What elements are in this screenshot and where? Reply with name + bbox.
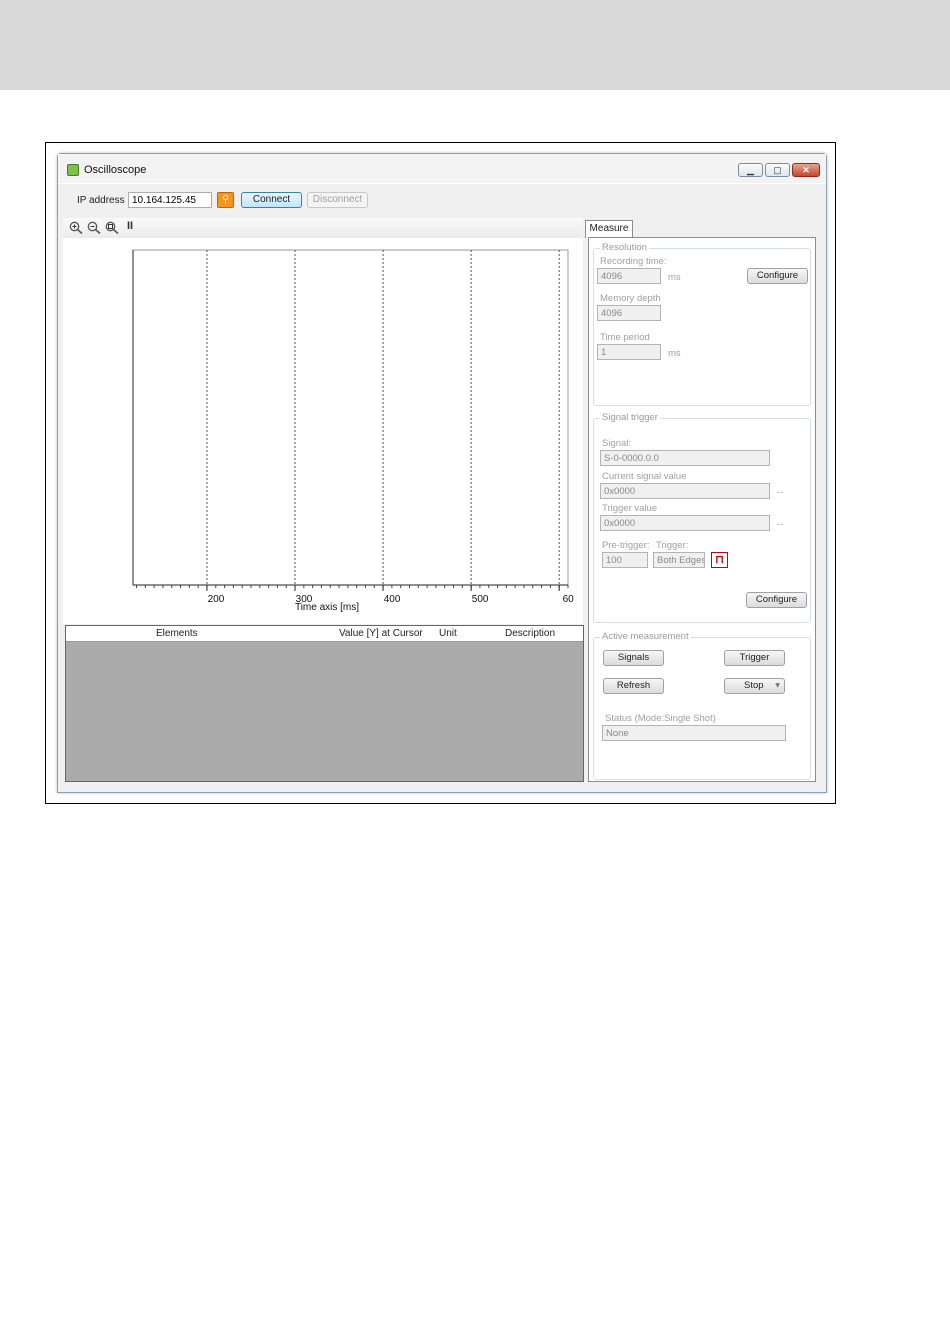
time-period-field[interactable]: 1: [597, 344, 661, 360]
current-signal-label: Current signal value: [602, 471, 687, 482]
time-period-unit: ms: [668, 348, 681, 359]
column-elements[interactable]: Elements: [156, 628, 198, 639]
recording-time-label: Recording time:: [600, 256, 667, 267]
x-tick-label: 500: [472, 594, 489, 605]
memory-depth-field[interactable]: 4096: [597, 305, 661, 321]
zoom-in-icon[interactable]: [69, 221, 83, 234]
pretrigger-label: Pre-trigger:: [602, 540, 650, 551]
plot-border: [132, 249, 569, 586]
stop-button-label: Stop: [744, 680, 764, 691]
memory-depth-label: Memory depth: [600, 293, 661, 304]
x-tick-label: 60: [563, 594, 575, 605]
oscilloscope-chart: 200 300 400 500 60 Time axis [ms]: [132, 249, 575, 613]
active-measurement-group: Active measurement Signals Trigger Refre…: [593, 631, 811, 780]
trigger-value-unit: --: [777, 519, 784, 530]
column-unit[interactable]: Unit: [439, 628, 457, 639]
oscilloscope-window: Oscilloscope ▁ ▢ ✕ IP address ⚲ Connect …: [57, 153, 827, 793]
refresh-button[interactable]: Refresh: [603, 678, 664, 694]
signal-table[interactable]: Elements Value [Y] at Cursor Unit Descri…: [65, 625, 584, 782]
chevron-down-icon[interactable]: ▾: [775, 679, 780, 693]
trigger-label: Trigger:: [656, 540, 689, 551]
trigger-configure-button[interactable]: Configure: [746, 592, 807, 608]
zoom-reset-icon[interactable]: [105, 221, 119, 234]
signal-trigger-group: Signal trigger Signal: S-0-0000.0.0 Curr…: [593, 412, 811, 623]
current-signal-unit: --: [777, 487, 784, 498]
page-header-band: [0, 0, 950, 90]
figure-frame: Oscilloscope ▁ ▢ ✕ IP address ⚲ Connect …: [45, 142, 836, 804]
recording-time-unit: ms: [668, 272, 681, 283]
trigger-value-label: Trigger value: [602, 503, 658, 514]
plot-toolbar: II: [63, 218, 583, 238]
signal-field[interactable]: S-0-0000.0.0: [600, 450, 770, 466]
column-description[interactable]: Description: [505, 628, 555, 639]
trigger-value-field[interactable]: 0x0000: [600, 515, 770, 531]
app-icon: [67, 164, 79, 176]
trigger-edge-icon[interactable]: ⊓: [711, 552, 728, 568]
close-button[interactable]: ✕: [792, 163, 820, 177]
resolution-title: Resolution: [600, 242, 649, 253]
measure-panel: Resolution Recording time: 4096 ms Confi…: [588, 237, 816, 782]
x-tick-label: 400: [384, 594, 401, 605]
zoom-out-icon[interactable]: [87, 221, 101, 234]
status-label: Status (Mode:Single Shot): [605, 713, 716, 724]
ip-address-label: IP address: [77, 195, 125, 206]
tab-measure[interactable]: Measure: [585, 220, 633, 238]
ip-address-input[interactable]: [128, 192, 212, 208]
trigger-button[interactable]: Trigger: [724, 650, 785, 666]
connect-button[interactable]: Connect: [241, 192, 302, 208]
search-icon[interactable]: ⚲: [217, 192, 234, 208]
x-axis-label: Time axis [ms]: [295, 602, 359, 613]
signals-button[interactable]: Signals: [603, 650, 664, 666]
window-controls: ▁ ▢ ✕: [738, 163, 820, 177]
signal-table-header: Elements Value [Y] at Cursor Unit Descri…: [66, 626, 583, 642]
time-period-label: Time period: [600, 332, 650, 343]
pause-icon[interactable]: II: [127, 220, 133, 232]
recording-time-field[interactable]: 4096: [597, 268, 661, 284]
resolution-group: Resolution Recording time: 4096 ms Confi…: [593, 242, 811, 406]
stop-button[interactable]: Stop ▾: [724, 678, 785, 694]
resolution-configure-button[interactable]: Configure: [747, 268, 808, 284]
current-signal-field[interactable]: 0x0000: [600, 483, 770, 499]
minimize-button[interactable]: ▁: [738, 163, 763, 177]
signal-label: Signal:: [602, 438, 632, 449]
status-field: None: [602, 725, 786, 741]
maximize-button[interactable]: ▢: [765, 163, 790, 177]
active-measurement-title: Active measurement: [600, 631, 691, 642]
disconnect-button[interactable]: Disconnect: [307, 192, 368, 208]
column-value-at-cursor[interactable]: Value [Y] at Cursor: [339, 628, 423, 639]
trigger-mode-field[interactable]: Both Edges: [653, 552, 705, 568]
window-title: Oscilloscope: [84, 164, 147, 176]
x-tick-label: 200: [208, 594, 225, 605]
pretrigger-field[interactable]: 100: [602, 552, 648, 568]
title-bar: Oscilloscope ▁ ▢ ✕: [58, 154, 826, 184]
plot-area[interactable]: 200 300 400 500 60 Time axis [ms]: [63, 238, 583, 624]
signal-trigger-title: Signal trigger: [600, 412, 660, 423]
